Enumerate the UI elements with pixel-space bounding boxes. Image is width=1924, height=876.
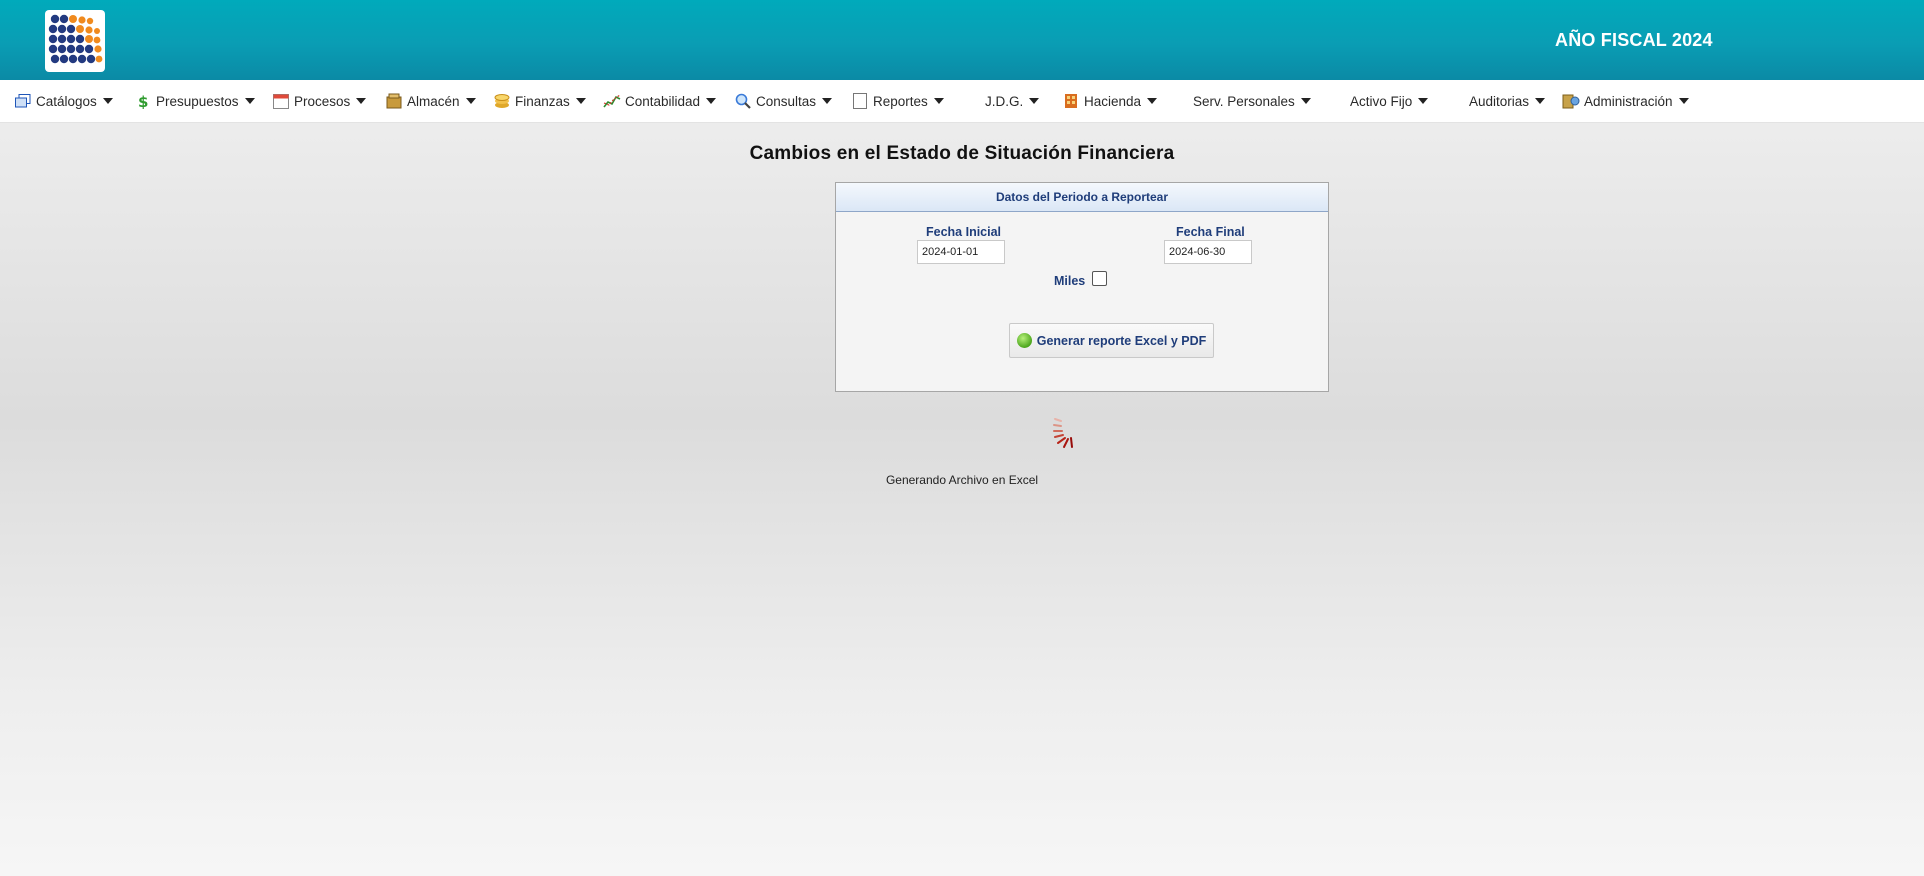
menu-almacen-label: Almacén [407, 93, 460, 109]
menu-catalogos[interactable]: Catálogos [14, 80, 113, 122]
chevron-down-icon [244, 98, 255, 104]
green-check-icon [1016, 333, 1032, 348]
menu-activo-fijo[interactable]: Activo Fijo [1350, 80, 1429, 122]
coins-icon [493, 92, 511, 110]
chevron-down-icon [933, 98, 944, 104]
menu-contabilidad-label: Contabilidad [625, 93, 701, 109]
grid-dots-logo-icon[interactable] [45, 10, 105, 72]
main-menu-bar: Catálogos $ Presupuestos Procesos Almacé… [0, 80, 1924, 123]
status-message: Generando Archivo en Excel [885, 473, 1039, 487]
menu-auditorias[interactable]: Auditorias [1469, 80, 1546, 122]
miles-checkbox[interactable] [1092, 271, 1107, 286]
magnifier-icon [734, 92, 752, 110]
admin-icon [1562, 92, 1580, 110]
menu-reportes-label: Reportes [873, 93, 928, 109]
fecha-inicial-input[interactable] [917, 240, 1005, 264]
chevron-down-icon [356, 98, 367, 104]
document-icon [851, 92, 869, 110]
menu-consultas-label: Consultas [756, 93, 817, 109]
menu-hacienda[interactable]: Hacienda [1062, 80, 1158, 122]
calendar-icon [272, 92, 290, 110]
chevron-down-icon [1418, 98, 1429, 104]
menu-procesos-label: Procesos [294, 93, 351, 109]
generate-report-button-label: Generar reporte Excel y PDF [1036, 333, 1207, 348]
fecha-final-input[interactable] [1164, 240, 1252, 264]
windows-icon [14, 92, 32, 110]
chevron-down-icon [1029, 98, 1040, 104]
chart-icon [603, 92, 621, 110]
top-header-bar: AÑO FISCAL 2024 [0, 0, 1924, 80]
menu-catalogos-label: Catálogos [36, 93, 97, 109]
chevron-down-icon [465, 98, 476, 104]
menu-activo-fijo-label: Activo Fijo [1350, 93, 1413, 109]
menu-finanzas-label: Finanzas [515, 93, 570, 109]
menu-administracion[interactable]: Administración [1562, 80, 1689, 122]
loading-spinner-icon [1052, 416, 1078, 450]
report-period-panel: Datos del Periodo a Reportear Fecha Inic… [835, 182, 1329, 392]
menu-jdg[interactable]: J.D.G. [985, 80, 1040, 122]
svg-text:$: $ [138, 93, 148, 109]
menu-administracion-label: Administración [1584, 93, 1673, 109]
chevron-down-icon [1300, 98, 1311, 104]
building-icon [1062, 92, 1080, 110]
menu-consultas[interactable]: Consultas [734, 80, 833, 122]
menu-jdg-label: J.D.G. [985, 93, 1024, 109]
chevron-down-icon [1535, 98, 1546, 104]
menu-hacienda-label: Hacienda [1084, 93, 1142, 109]
chevron-down-icon [706, 98, 717, 104]
menu-almacen[interactable]: Almacén [385, 80, 476, 122]
miles-label: Miles [1054, 274, 1086, 288]
box-icon [385, 92, 403, 110]
page-title: Cambios en el Estado de Situación Financ… [749, 143, 1175, 164]
menu-presupuestos-label: Presupuestos [156, 93, 239, 109]
fiscal-year-label: AÑO FISCAL 2024 [1555, 30, 1713, 50]
menu-finanzas[interactable]: Finanzas [493, 80, 586, 122]
chevron-down-icon [102, 98, 113, 104]
money-icon: $ [134, 92, 152, 110]
menu-contabilidad[interactable]: Contabilidad [603, 80, 717, 122]
chevron-down-icon [822, 98, 833, 104]
menu-serv-personales-label: Serv. Personales [1193, 93, 1295, 109]
panel-heading: Datos del Periodo a Reportear [836, 183, 1328, 212]
menu-auditorias-label: Auditorias [1469, 93, 1530, 109]
chevron-down-icon [1678, 98, 1689, 104]
fecha-inicial-label: Fecha Inicial [926, 225, 1002, 239]
menu-reportes[interactable]: Reportes [851, 80, 944, 122]
fecha-final-label: Fecha Final [1176, 225, 1245, 239]
menu-procesos[interactable]: Procesos [272, 80, 367, 122]
menu-serv-personales[interactable]: Serv. Personales [1193, 80, 1311, 122]
chevron-down-icon [575, 98, 586, 104]
menu-presupuestos[interactable]: $ Presupuestos [134, 80, 255, 122]
chevron-down-icon [1147, 98, 1158, 104]
generate-report-button[interactable]: Generar reporte Excel y PDF [1009, 323, 1214, 358]
